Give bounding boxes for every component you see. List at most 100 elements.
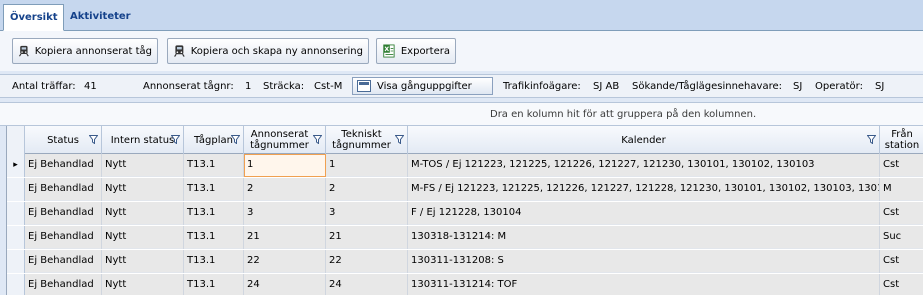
column-fran-label: Från station — [884, 129, 920, 151]
cell-kalender[interactable]: M-FS / Ej 121223, 121225, 121226, 121227… — [408, 178, 880, 201]
filter-icon[interactable] — [89, 135, 98, 144]
window-icon — [357, 80, 371, 92]
cell-fran-station[interactable]: Cst — [880, 154, 923, 177]
cell-annonserat-tagnummer[interactable]: 1 — [244, 154, 326, 177]
tab-aktiviteter[interactable]: Aktiviteter — [64, 4, 134, 31]
column-kalender-label: Kalender — [621, 134, 666, 146]
copy-new-button[interactable]: Kopiera och skapa ny annonsering — [167, 38, 369, 64]
copy-train-button[interactable]: Kopiera annonserat tåg — [12, 38, 158, 64]
applicant-label: Sökande/Tåglägesinnehavare: — [632, 81, 782, 92]
column-header-status[interactable]: Status — [25, 126, 102, 154]
filter-icon[interactable] — [867, 135, 876, 144]
cell-kalender[interactable]: M-TOS / Ej 121223, 121225, 121226, 12122… — [408, 154, 880, 177]
column-header-annonserat[interactable]: Annonserat tågnummer — [244, 126, 326, 154]
cell-status[interactable]: Ej Behandlad — [25, 178, 102, 201]
cell-tekniskt-tagnummer[interactable]: 3 — [326, 202, 408, 225]
group-hint: Dra en kolumn hit för att gruppera på de… — [490, 109, 757, 120]
cell-fran-station[interactable]: Cst — [880, 274, 923, 295]
cell-tagplan[interactable]: T13.1 — [184, 154, 244, 177]
route-value: Cst-M — [314, 81, 343, 92]
row-indicator[interactable] — [7, 202, 25, 225]
row-indicator-header — [7, 126, 25, 154]
column-header-tagplan[interactable]: Tågplan — [184, 126, 244, 154]
column-intern-label: Intern status — [110, 134, 175, 146]
table-row[interactable]: ▸ Ej Behandlad Nytt T13.1 1 1 M-TOS / Ej 12122… — [7, 154, 923, 177]
current-row-arrow-icon[interactable]: ▸ — [7, 154, 25, 177]
column-tagplan-label: Tågplan — [193, 134, 233, 146]
column-header-intern-status[interactable]: Intern status — [102, 126, 184, 154]
operator-value: SJ — [875, 81, 885, 92]
show-steps-label: Visa gånguppgifter — [377, 80, 472, 92]
row-indicator[interactable] — [7, 274, 25, 295]
cell-intern-status[interactable]: Nytt — [102, 178, 184, 201]
cell-intern-status[interactable]: Nytt — [102, 226, 184, 249]
data-grid: Status Intern status Tågplan Annonserat … — [6, 126, 923, 295]
cell-intern-status[interactable]: Nytt — [102, 250, 184, 273]
excel-icon — [383, 44, 395, 58]
table-row[interactable]: Ej Behandlad Nytt T13.1 24 24 130311-131214: … — [7, 274, 923, 295]
export-button[interactable]: Exportera — [376, 38, 456, 64]
column-header-kalender[interactable]: Kalender — [408, 126, 880, 154]
cell-fran-station[interactable]: Cst — [880, 250, 923, 273]
toolbar: Kopiera annonserat tåg Kopiera och skapa… — [0, 31, 923, 71]
cell-kalender[interactable]: 130318-131214: M — [408, 226, 880, 249]
row-indicator[interactable] — [7, 250, 25, 273]
cell-annonserat-tagnummer[interactable]: 3 — [244, 202, 326, 225]
filter-icon[interactable] — [313, 135, 322, 144]
column-header-fran-station[interactable]: Från station — [880, 126, 923, 154]
column-header-tekniskt[interactable]: Tekniskt tågnummer — [326, 126, 408, 154]
cell-intern-status[interactable]: Nytt — [102, 154, 184, 177]
table-row[interactable]: Ej Behandlad Nytt T13.1 21 21 130318-131214: … — [7, 226, 923, 249]
cell-kalender[interactable]: 130311-131208: S — [408, 250, 880, 273]
filter-icon[interactable] — [395, 135, 404, 144]
cell-tekniskt-tagnummer[interactable]: 1 — [326, 154, 408, 177]
cell-tekniskt-tagnummer[interactable]: 21 — [326, 226, 408, 249]
cell-annonserat-tagnummer[interactable]: 2 — [244, 178, 326, 201]
route-label: Sträcka: — [263, 81, 305, 92]
cell-tagplan[interactable]: T13.1 — [184, 226, 244, 249]
cell-status[interactable]: Ej Behandlad — [25, 274, 102, 295]
infra-value: SJ AB — [593, 81, 620, 92]
cell-tekniskt-tagnummer[interactable]: 22 — [326, 250, 408, 273]
train-icon — [174, 45, 185, 57]
cell-intern-status[interactable]: Nytt — [102, 274, 184, 295]
cell-tagplan[interactable]: T13.1 — [184, 202, 244, 225]
row-indicator[interactable] — [7, 178, 25, 201]
table-row[interactable]: Ej Behandlad Nytt T13.1 3 3 F / Ej 121228, 13… — [7, 202, 923, 225]
row-indicator[interactable] — [7, 226, 25, 249]
grid-header: Status Intern status Tågplan Annonserat … — [7, 126, 923, 154]
filter-icon[interactable] — [231, 135, 240, 144]
cell-tekniskt-tagnummer[interactable]: 2 — [326, 178, 408, 201]
cell-intern-status[interactable]: Nytt — [102, 202, 184, 225]
cell-fran-station[interactable]: Suc — [880, 226, 923, 249]
column-annonserat-label: Annonserat tågnummer — [250, 129, 309, 151]
cell-status[interactable]: Ej Behandlad — [25, 154, 102, 177]
train-no-value: 1 — [245, 81, 252, 92]
tab-bar: Översikt Aktiviteter — [0, 0, 923, 31]
cell-fran-station[interactable]: M — [880, 178, 923, 201]
cell-annonserat-tagnummer[interactable]: 22 — [244, 250, 326, 273]
filter-icon[interactable] — [171, 135, 180, 144]
cell-status[interactable]: Ej Behandlad — [25, 202, 102, 225]
cell-annonserat-tagnummer[interactable]: 21 — [244, 226, 326, 249]
info-bar: Antal träffar: 41 Annonserat tågnr: 1 St… — [0, 74, 923, 98]
cell-annonserat-tagnummer[interactable]: 24 — [244, 274, 326, 295]
cell-tagplan[interactable]: T13.1 — [184, 274, 244, 295]
export-label: Exportera — [400, 45, 450, 57]
train-icon — [19, 45, 29, 57]
table-row[interactable]: Ej Behandlad Nytt T13.1 2 2 M-FS / Ej 121223,… — [7, 178, 923, 201]
table-row[interactable]: Ej Behandlad Nytt T13.1 22 22 130311-131208: … — [7, 250, 923, 273]
tab-oversikt[interactable]: Översikt — [3, 4, 64, 31]
hits-value: 41 — [84, 81, 97, 92]
cell-kalender[interactable]: F / Ej 121228, 130104 — [408, 202, 880, 225]
show-steps-button[interactable]: Visa gånguppgifter — [352, 77, 493, 95]
cell-tagplan[interactable]: T13.1 — [184, 250, 244, 273]
cell-status[interactable]: Ej Behandlad — [25, 250, 102, 273]
cell-tagplan[interactable]: T13.1 — [184, 178, 244, 201]
cell-kalender[interactable]: 130311-131214: TOF — [408, 274, 880, 295]
operator-label: Operatör: — [815, 81, 863, 92]
cell-status[interactable]: Ej Behandlad — [25, 226, 102, 249]
cell-tekniskt-tagnummer[interactable]: 24 — [326, 274, 408, 295]
cell-fran-station[interactable]: Cst — [880, 202, 923, 225]
group-by-panel[interactable]: Dra en kolumn hit för att gruppera på de… — [0, 102, 923, 126]
